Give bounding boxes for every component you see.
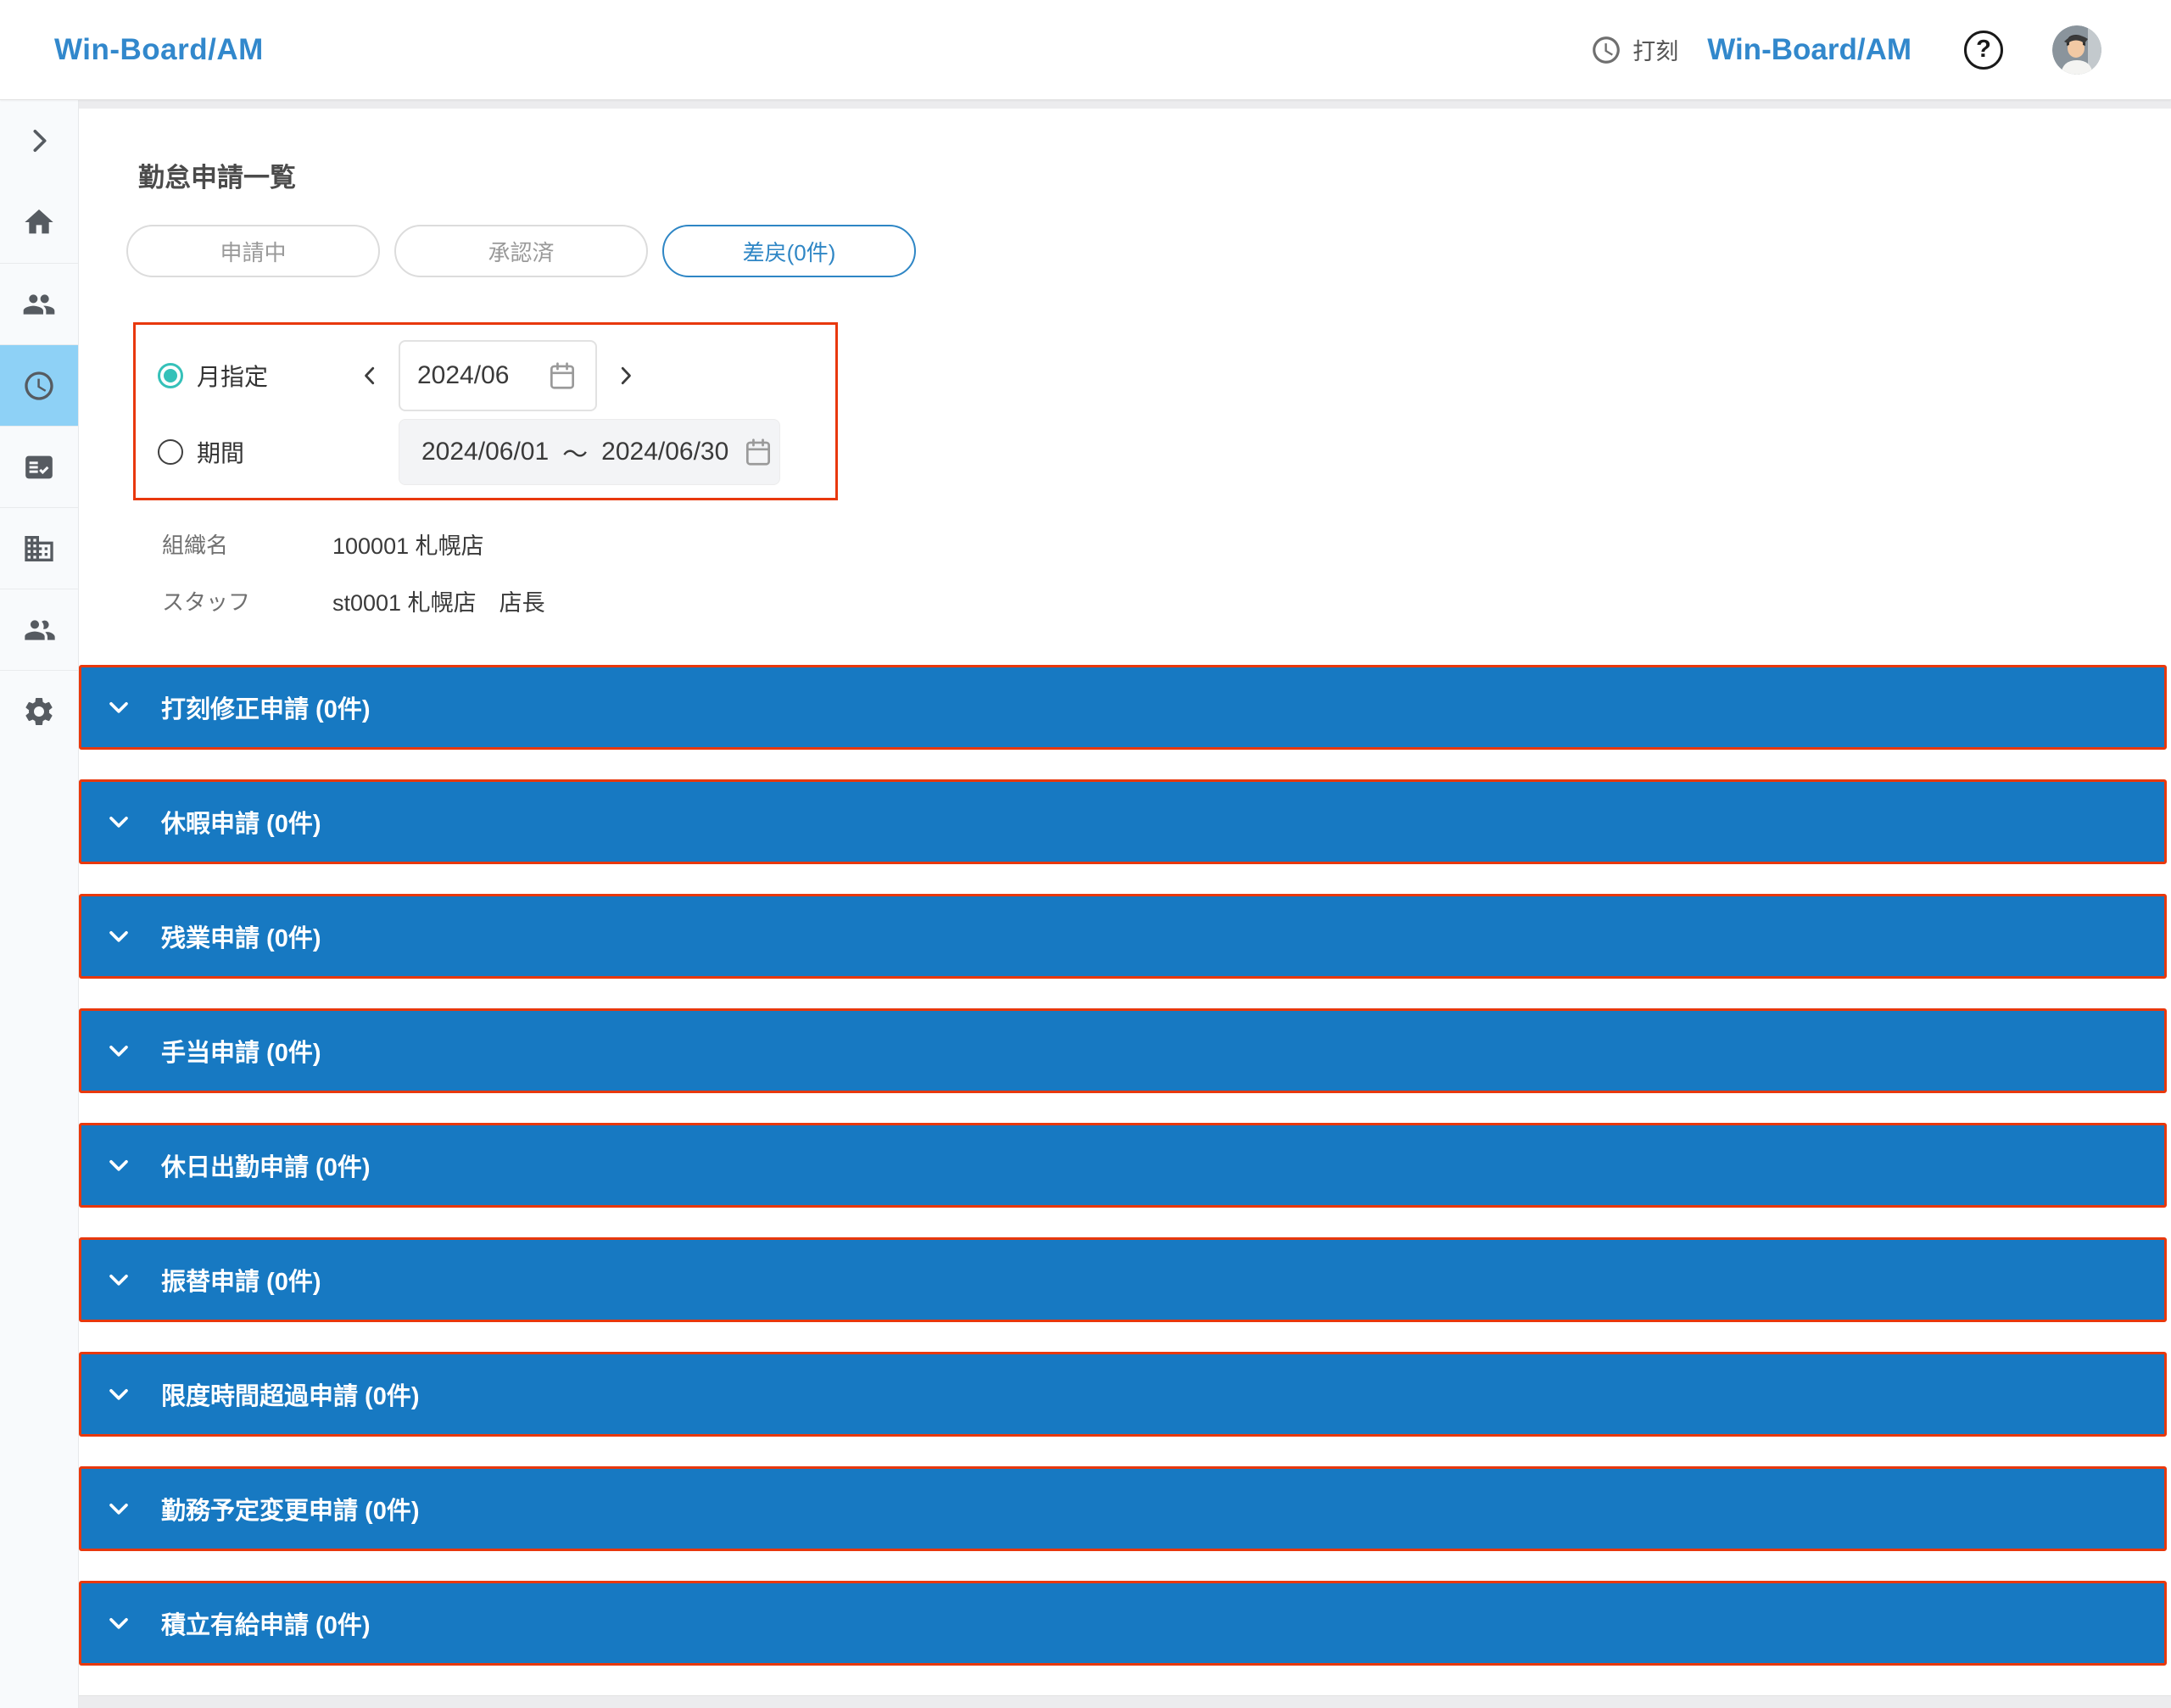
page-title: 勤怠申請一覧 — [138, 163, 296, 193]
tab-returned[interactable]: 差戻(0件) — [662, 225, 916, 277]
chevron-down-icon — [109, 702, 128, 713]
chevron-down-icon — [109, 1275, 128, 1286]
accordion-label: 勤務予定変更申請 (0件) — [161, 1498, 420, 1525]
chevron-down-icon — [109, 1389, 128, 1400]
accordion-overtime[interactable]: 残業申請 (0件) — [79, 894, 2167, 979]
organization-label: 組織名 — [162, 533, 229, 558]
fact-check-icon — [22, 450, 56, 484]
building-icon — [22, 532, 56, 566]
previous-month-button[interactable] — [353, 359, 387, 393]
month-radio-option[interactable]: 月指定 — [158, 359, 353, 393]
avatar-image — [2052, 25, 2101, 75]
accordion-label: 休暇申請 (0件) — [161, 811, 321, 838]
punch-clock-button[interactable]: 打刻 — [1585, 32, 1683, 67]
staff-label: スタッフ — [162, 589, 251, 615]
context-info: 組織名 100001 札幌店 スタッフ st0001 札幌店 店長 — [162, 527, 2171, 617]
accordion-label: 限度時間超過申請 (0件) — [161, 1383, 420, 1410]
clock-icon — [22, 369, 56, 403]
sidebar-item-attendance[interactable] — [0, 344, 78, 426]
sidebar-item-staff[interactable] — [0, 263, 78, 344]
month-radio-label: 月指定 — [197, 364, 269, 390]
chevron-right-icon — [621, 366, 631, 385]
period-end-value: 2024/06/30 — [601, 438, 729, 466]
header-right-group: 打刻 Win-Board/AM ? — [1585, 25, 2101, 75]
main-area: 勤怠申請一覧 申請中 承認済 差戻(0件) 月指定 2024/06 期間 202… — [79, 100, 2171, 1708]
app-layout: 勤怠申請一覧 申請中 承認済 差戻(0件) 月指定 2024/06 期間 202… — [0, 100, 2171, 1708]
period-range-input[interactable]: 2024/06/01 ～ 2024/06/30 — [399, 419, 780, 485]
accordion-holiday-work[interactable]: 休日出勤申請 (0件) — [79, 1123, 2167, 1208]
calendar-icon — [546, 360, 578, 392]
period-radio-option[interactable]: 期間 — [158, 435, 353, 469]
month-filter-row: 月指定 2024/06 — [158, 335, 835, 416]
accordion-substitute[interactable]: 振替申請 (0件) — [79, 1237, 2167, 1322]
accordion-label: 残業申請 (0件) — [161, 925, 321, 952]
chevron-left-icon — [365, 366, 375, 385]
period-filter-row: 期間 2024/06/01 ～ 2024/06/30 — [158, 418, 835, 486]
month-value: 2024/06 — [417, 361, 510, 389]
month-input[interactable]: 2024/06 — [399, 340, 597, 411]
help-icon[interactable]: ? — [1964, 30, 2003, 70]
people-icon — [22, 287, 56, 321]
chevron-down-icon — [109, 1160, 128, 1171]
period-radio-label: 期間 — [197, 440, 245, 466]
home-icon — [22, 205, 56, 239]
accordion-label: 振替申請 (0件) — [161, 1269, 321, 1296]
chevron-right-icon — [22, 124, 56, 158]
accordion-schedule-change[interactable]: 勤務予定変更申請 (0件) — [79, 1466, 2167, 1551]
chevron-down-icon — [109, 1046, 128, 1057]
sidebar-collapse-toggle[interactable] — [0, 100, 78, 181]
app-header: Win-Board/AM 打刻 Win-Board/AM ? — [0, 0, 2171, 100]
help-glyph: ? — [1976, 36, 1991, 63]
chevron-down-icon — [109, 817, 128, 828]
accordion-allowance[interactable]: 手当申請 (0件) — [79, 1008, 2167, 1093]
request-accordion-list: 打刻修正申請 (0件) 休暇申請 (0件) 残業申請 (0件) 手当申請 (0件) 休日… — [79, 665, 2171, 1666]
accordion-label: 休日出勤申請 (0件) — [161, 1154, 371, 1181]
chevron-down-icon — [109, 1504, 128, 1515]
sidebar-item-requests[interactable] — [0, 426, 78, 507]
calendar-icon — [742, 436, 774, 468]
date-filter-box: 月指定 2024/06 期間 2024/06/01 ～ 2024/06/30 — [133, 322, 838, 500]
accordion-punch-correction[interactable]: 打刻修正申請 (0件) — [79, 665, 2167, 750]
app-logo: Win-Board/AM — [54, 32, 264, 66]
accordion-leave[interactable]: 休暇申請 (0件) — [79, 779, 2167, 864]
organization-row: 組織名 100001 札幌店 — [162, 527, 2171, 561]
sidebar-item-members[interactable] — [0, 589, 78, 670]
punch-clock-label: 打刻 — [1632, 39, 1679, 64]
staff-row: スタッフ st0001 札幌店 店長 — [162, 584, 2171, 617]
people-2-icon — [22, 613, 56, 647]
next-month-button[interactable] — [609, 359, 643, 393]
month-radio-selected[interactable] — [158, 363, 183, 388]
sidebar-item-home[interactable] — [0, 181, 78, 263]
accordion-limit-exceed[interactable]: 限度時間超過申請 (0件) — [79, 1352, 2167, 1437]
sidebar-item-organization[interactable] — [0, 507, 78, 589]
clock-icon — [1590, 34, 1622, 66]
content-card: 勤怠申請一覧 申請中 承認済 差戻(0件) 月指定 2024/06 期間 202… — [79, 109, 2171, 1696]
tab-approved[interactable]: 承認済 — [394, 225, 648, 277]
chevron-down-icon — [109, 1618, 128, 1629]
sidebar-item-settings[interactable] — [0, 670, 78, 751]
gear-icon — [22, 695, 56, 728]
sidebar — [0, 100, 79, 1708]
accordion-label: 積立有給申請 (0件) — [161, 1612, 371, 1639]
period-start-value: 2024/06/01 — [421, 438, 550, 466]
period-radio-unselected[interactable] — [158, 439, 183, 465]
tab-pending[interactable]: 申請中 — [126, 225, 380, 277]
status-tabs: 申請中 承認済 差戻(0件) — [126, 225, 2171, 277]
chevron-down-icon — [109, 931, 128, 942]
organization-value: 100001 札幌店 — [332, 533, 484, 559]
staff-value: st0001 札幌店 店長 — [332, 590, 545, 616]
period-separator: ～ — [562, 441, 589, 469]
avatar[interactable] — [2052, 25, 2101, 75]
accordion-accumulated-paid-leave[interactable]: 積立有給申請 (0件) — [79, 1581, 2167, 1666]
accordion-label: 手当申請 (0件) — [161, 1040, 321, 1067]
accordion-label: 打刻修正申請 (0件) — [161, 696, 371, 723]
brand-wordmark: Win-Board/AM — [1707, 32, 1911, 66]
